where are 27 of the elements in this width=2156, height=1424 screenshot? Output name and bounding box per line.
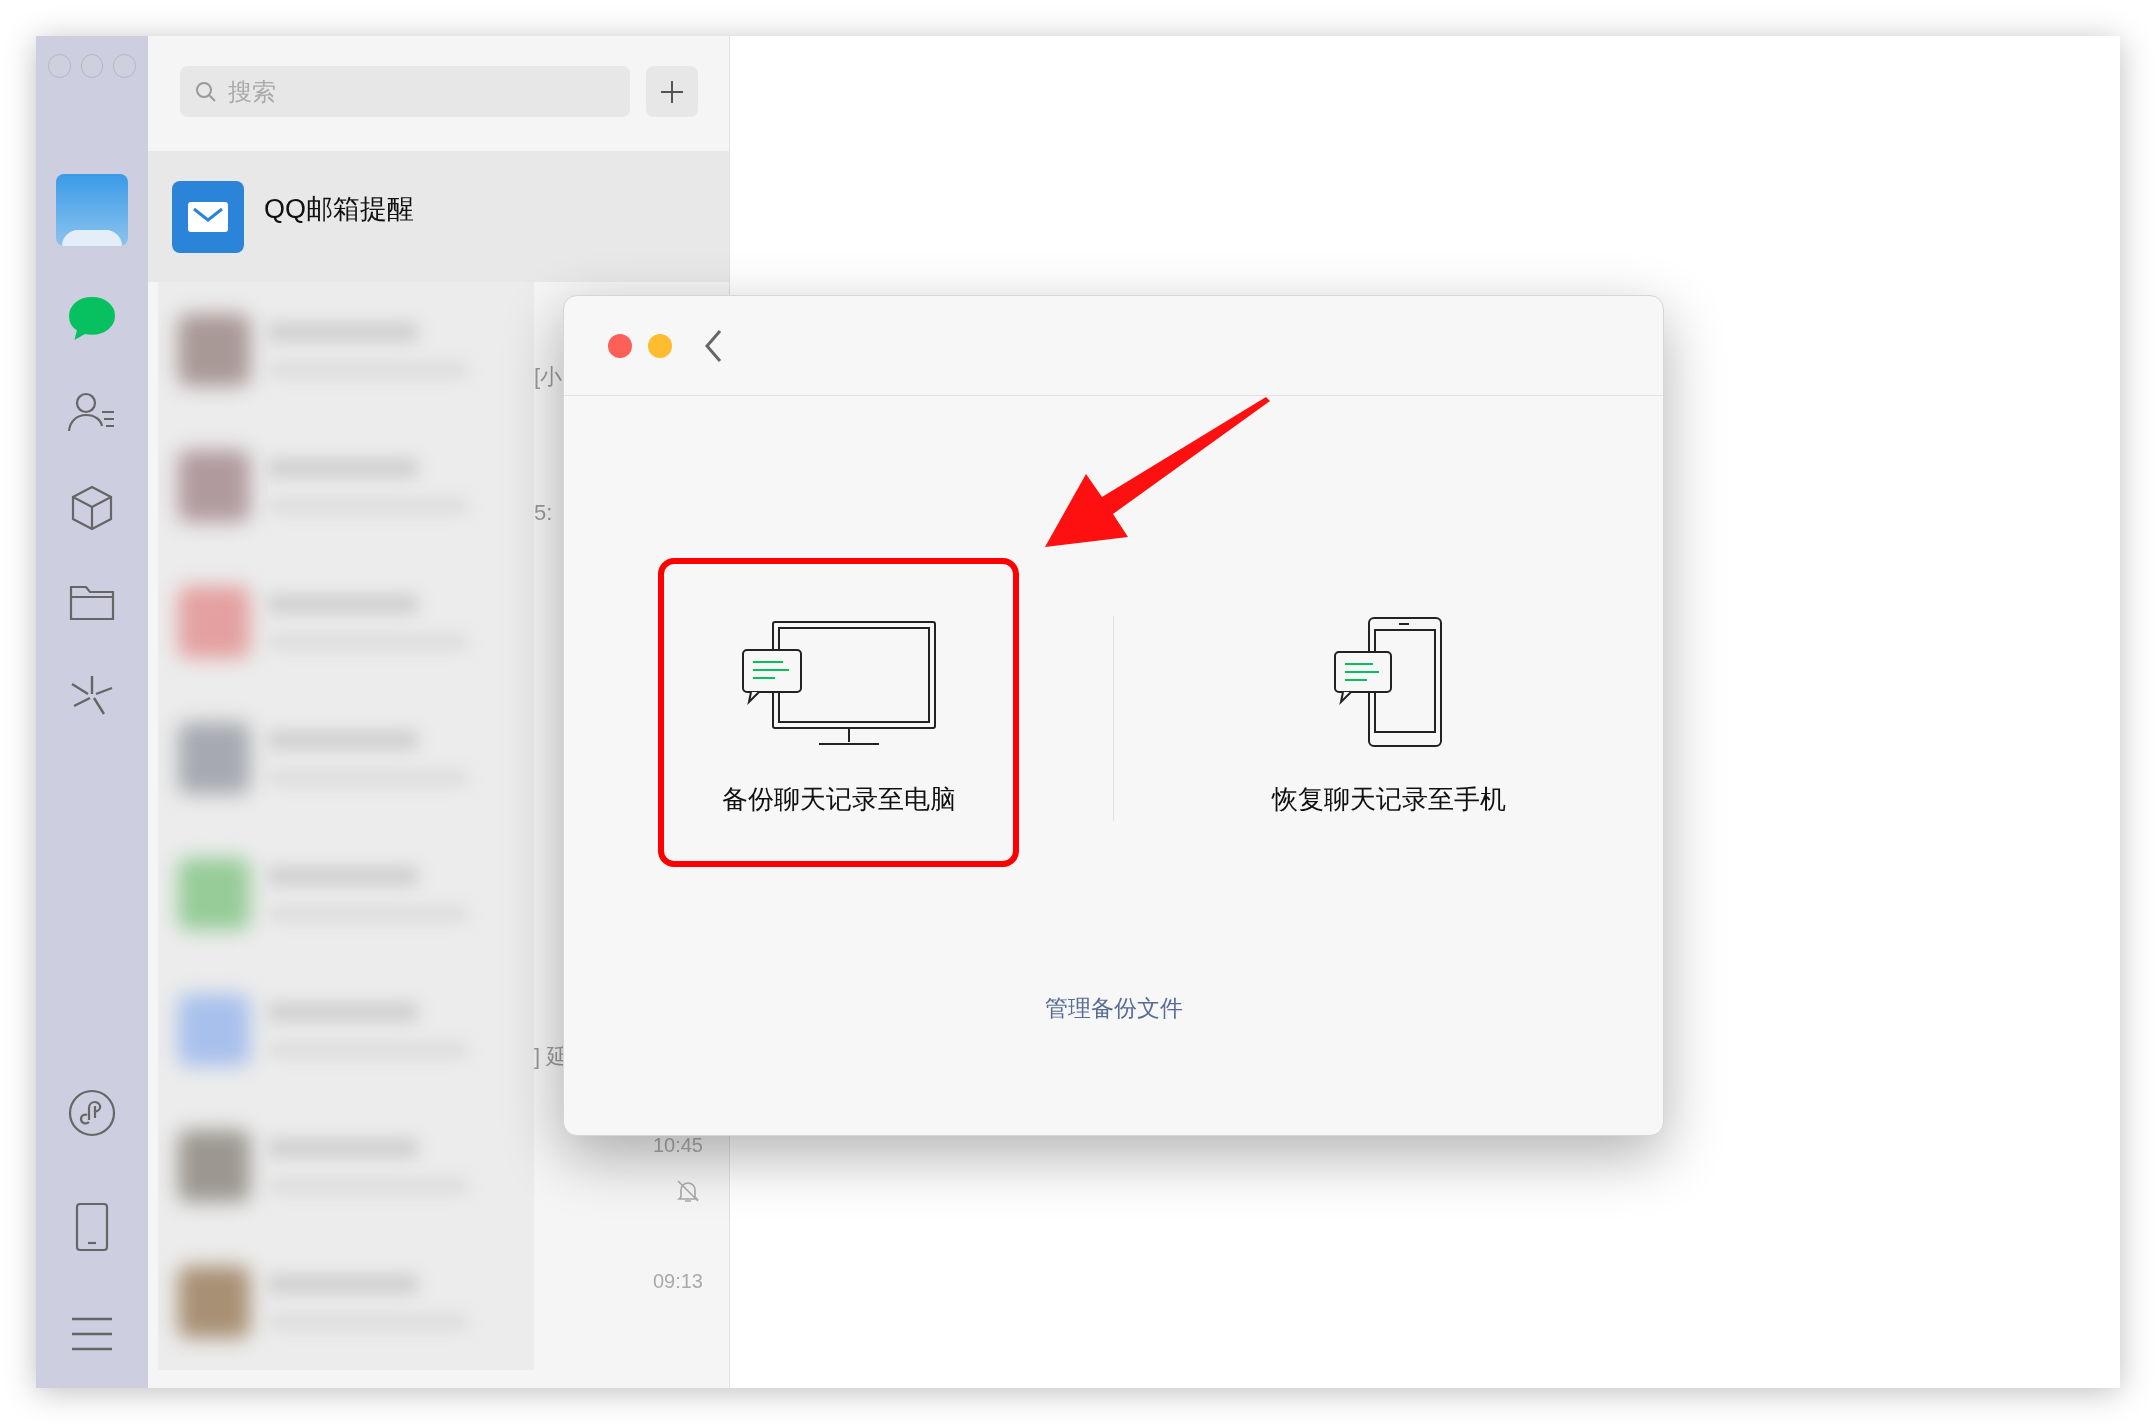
menu-icon[interactable] [70, 1316, 114, 1352]
blurred-chat-row[interactable] [158, 282, 534, 418]
add-button[interactable] [646, 66, 698, 117]
chat-bubble-icon[interactable] [68, 296, 116, 340]
restore-option[interactable]: 恢复聊天记录至手机 [1208, 558, 1569, 867]
back-icon[interactable] [704, 328, 722, 363]
message-time: 09:13 [652, 1269, 703, 1294]
chat-title: QQ邮箱提醒 [264, 193, 414, 226]
search-field[interactable]: 搜索 [180, 66, 630, 117]
message-preview: 5: [534, 499, 553, 527]
phone-with-chat-icon [1332, 616, 1445, 748]
message-time: 10:45 [652, 1133, 703, 1158]
blurred-chat-row[interactable] [158, 1234, 534, 1370]
phone-icon[interactable] [75, 1202, 109, 1252]
highlighted-option[interactable]: 备份聊天记录至电脑 [658, 558, 1019, 867]
message-preview: [小 [534, 363, 563, 391]
monitor-with-chat-icon [740, 620, 937, 748]
mail-app-icon [172, 181, 244, 253]
plus-icon [659, 78, 685, 105]
close-button[interactable] [608, 333, 632, 358]
minimize-button[interactable] [648, 333, 672, 358]
cube-icon[interactable] [70, 484, 114, 532]
avatar-picture[interactable] [56, 174, 128, 246]
pinned-chat-row[interactable]: QQ邮箱提醒 [148, 151, 729, 282]
link-circle-icon[interactable] [67, 1088, 117, 1138]
search-icon [194, 80, 218, 104]
manage-backup-files-link[interactable]: 管理备份文件 [1044, 991, 1183, 1026]
